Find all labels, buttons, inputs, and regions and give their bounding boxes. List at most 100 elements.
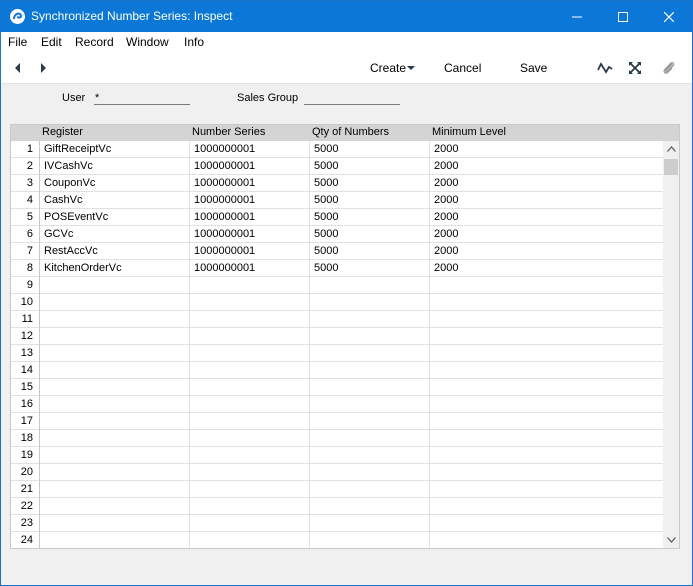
register-cell[interactable]: GCVc: [40, 226, 190, 243]
minimum-level-cell[interactable]: [430, 430, 663, 447]
minimum-level-cell[interactable]: [430, 532, 663, 548]
qty-of-numbers-cell[interactable]: 5000: [310, 192, 430, 209]
minimum-level-cell[interactable]: 2000: [430, 226, 663, 243]
number-series-cell[interactable]: [190, 515, 310, 532]
number-series-cell[interactable]: [190, 498, 310, 515]
register-cell[interactable]: [40, 464, 190, 481]
table-row[interactable]: 14: [11, 362, 663, 379]
vertical-scrollbar[interactable]: [663, 141, 679, 548]
previous-record-icon[interactable]: [10, 60, 26, 76]
sales-group-field[interactable]: [304, 92, 400, 105]
qty-of-numbers-cell[interactable]: [310, 311, 430, 328]
register-cell[interactable]: [40, 311, 190, 328]
register-cell[interactable]: [40, 413, 190, 430]
minimum-level-cell[interactable]: [430, 498, 663, 515]
register-cell[interactable]: [40, 532, 190, 548]
qty-of-numbers-cell[interactable]: 5000: [310, 260, 430, 277]
register-cell[interactable]: [40, 515, 190, 532]
qty-of-numbers-cell[interactable]: 5000: [310, 175, 430, 192]
minimum-level-cell[interactable]: [430, 328, 663, 345]
number-series-cell[interactable]: [190, 532, 310, 548]
user-field[interactable]: *: [94, 92, 190, 105]
qty-of-numbers-cell[interactable]: [310, 362, 430, 379]
register-cell[interactable]: KitchenOrderVc: [40, 260, 190, 277]
qty-of-numbers-cell[interactable]: 5000: [310, 226, 430, 243]
table-row[interactable]: 8 KitchenOrderVc 1000000001 5000 2000: [11, 260, 663, 277]
table-row[interactable]: 22: [11, 498, 663, 515]
table-row[interactable]: 2 IVCashVc 1000000001 5000 2000: [11, 158, 663, 175]
qty-of-numbers-cell[interactable]: [310, 379, 430, 396]
register-cell[interactable]: RestAccVc: [40, 243, 190, 260]
table-row[interactable]: 16: [11, 396, 663, 413]
number-series-cell[interactable]: [190, 362, 310, 379]
title-bar[interactable]: Synchronized Number Series: Inspect: [1, 1, 692, 32]
table-row[interactable]: 5 POSEventVc 1000000001 5000 2000: [11, 209, 663, 226]
minimum-level-cell[interactable]: [430, 345, 663, 362]
menu-edit[interactable]: Edit: [41, 35, 62, 49]
minimum-level-cell[interactable]: 2000: [430, 243, 663, 260]
minimum-level-cell[interactable]: 2000: [430, 209, 663, 226]
minimum-level-cell[interactable]: [430, 362, 663, 379]
table-row[interactable]: 7 RestAccVc 1000000001 5000 2000: [11, 243, 663, 260]
qty-of-numbers-cell[interactable]: [310, 396, 430, 413]
table-row[interactable]: 3 CouponVc 1000000001 5000 2000: [11, 175, 663, 192]
qty-of-numbers-cell[interactable]: [310, 413, 430, 430]
minimum-level-cell[interactable]: [430, 277, 663, 294]
qty-of-numbers-cell[interactable]: 5000: [310, 141, 430, 158]
table-row[interactable]: 24: [11, 532, 663, 548]
minimize-button[interactable]: [554, 1, 600, 32]
register-cell[interactable]: [40, 447, 190, 464]
register-cell[interactable]: [40, 498, 190, 515]
paperclip-icon[interactable]: [661, 60, 677, 76]
register-cell[interactable]: CashVc: [40, 192, 190, 209]
minimum-level-cell[interactable]: [430, 396, 663, 413]
table-row[interactable]: 17: [11, 413, 663, 430]
menu-window[interactable]: Window: [126, 35, 169, 49]
number-series-cell[interactable]: [190, 447, 310, 464]
minimum-level-cell[interactable]: 2000: [430, 141, 663, 158]
scroll-up-icon[interactable]: [663, 141, 679, 157]
menu-file[interactable]: File: [8, 35, 27, 49]
table-row[interactable]: 4 CashVc 1000000001 5000 2000: [11, 192, 663, 209]
qty-of-numbers-cell[interactable]: [310, 345, 430, 362]
register-cell[interactable]: GiftReceiptVc: [40, 141, 190, 158]
column-header-register[interactable]: Register: [42, 126, 83, 138]
register-cell[interactable]: [40, 277, 190, 294]
register-cell[interactable]: [40, 328, 190, 345]
create-dropdown-icon[interactable]: [403, 60, 419, 76]
minimum-level-cell[interactable]: 2000: [430, 260, 663, 277]
scrollbar-thumb[interactable]: [664, 159, 678, 175]
create-button[interactable]: Create: [370, 61, 406, 75]
activity-icon[interactable]: [597, 60, 613, 76]
qty-of-numbers-cell[interactable]: 5000: [310, 158, 430, 175]
minimum-level-cell[interactable]: [430, 413, 663, 430]
register-cell[interactable]: IVCashVc: [40, 158, 190, 175]
qty-of-numbers-cell[interactable]: [310, 498, 430, 515]
number-series-cell[interactable]: [190, 328, 310, 345]
number-series-cell[interactable]: [190, 396, 310, 413]
menu-record[interactable]: Record: [75, 35, 114, 49]
minimum-level-cell[interactable]: [430, 294, 663, 311]
table-row[interactable]: 1 GiftReceiptVc 1000000001 5000 2000: [11, 141, 663, 158]
menu-info[interactable]: Info: [184, 35, 204, 49]
qty-of-numbers-cell[interactable]: [310, 277, 430, 294]
qty-of-numbers-cell[interactable]: [310, 515, 430, 532]
table-row[interactable]: 12: [11, 328, 663, 345]
minimum-level-cell[interactable]: 2000: [430, 175, 663, 192]
register-cell[interactable]: [40, 379, 190, 396]
close-button[interactable]: [646, 1, 692, 32]
table-row[interactable]: 20: [11, 464, 663, 481]
minimum-level-cell[interactable]: [430, 515, 663, 532]
minimum-level-cell[interactable]: [430, 311, 663, 328]
number-series-cell[interactable]: [190, 481, 310, 498]
number-series-cell[interactable]: 1000000001: [190, 175, 310, 192]
table-row[interactable]: 23: [11, 515, 663, 532]
cancel-button[interactable]: Cancel: [444, 61, 481, 75]
column-header-qty-of-numbers[interactable]: Qty of Numbers: [312, 126, 389, 138]
number-series-cell[interactable]: 1000000001: [190, 260, 310, 277]
table-row[interactable]: 9: [11, 277, 663, 294]
number-series-cell[interactable]: 1000000001: [190, 226, 310, 243]
table-row[interactable]: 19: [11, 447, 663, 464]
register-cell[interactable]: [40, 481, 190, 498]
qty-of-numbers-cell[interactable]: [310, 464, 430, 481]
